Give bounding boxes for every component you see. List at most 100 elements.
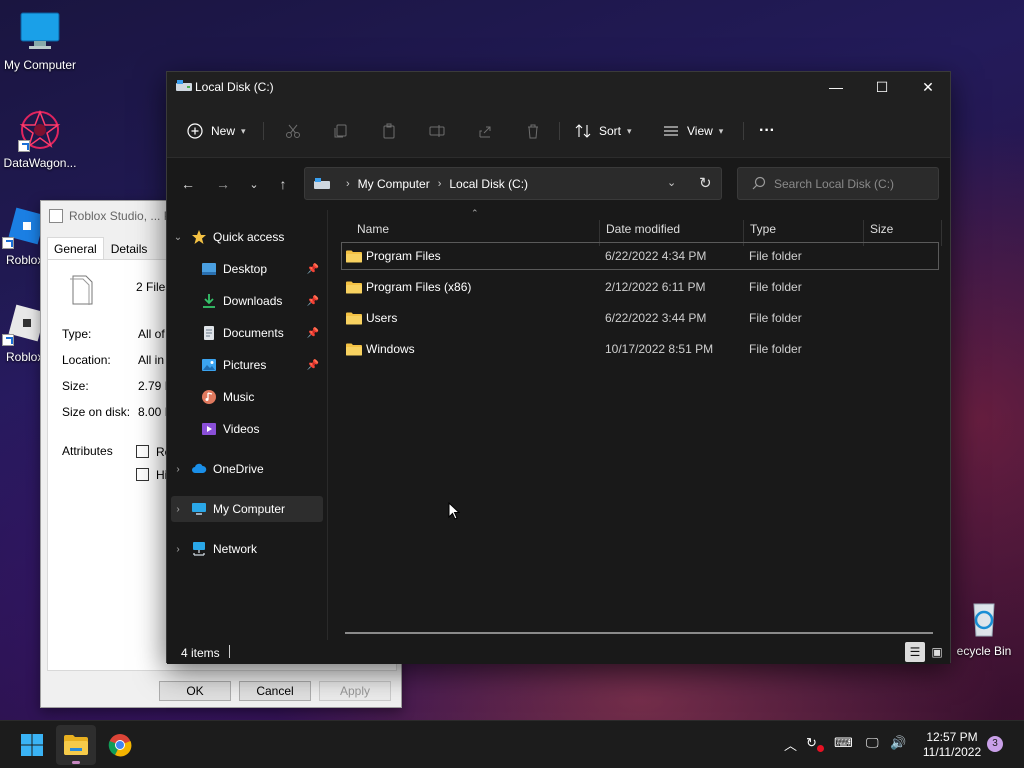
sync-icon[interactable]: ↻	[806, 735, 817, 751]
column-divider[interactable]	[941, 220, 942, 246]
command-bar: New ▾ Sort ▾ View ▾ ···	[167, 102, 950, 158]
column-header-date-modified[interactable]: Date modified	[606, 216, 746, 242]
nav-pictures[interactable]: Pictures 📌	[171, 352, 323, 378]
breadcrumb-local-disk[interactable]: Local Disk (C:)	[449, 177, 528, 191]
dialog-tabs: General Details	[47, 237, 154, 259]
attributes-label: Attributes	[62, 444, 113, 458]
chevron-right-icon: ›	[176, 503, 180, 515]
new-button[interactable]: New ▾	[187, 116, 246, 146]
datawagon-logo-icon	[18, 108, 62, 152]
desktop-folder-icon	[201, 261, 217, 277]
pin-icon[interactable]: 📌	[307, 296, 319, 307]
tab-details[interactable]: Details	[104, 237, 155, 259]
close-button[interactable]: ✕	[905, 72, 951, 102]
back-arrow-icon[interactable]: ←	[176, 172, 200, 196]
nav-videos[interactable]: Videos	[171, 416, 323, 442]
desktop-icon-my-computer[interactable]: My Computer	[0, 10, 80, 72]
chrome-logo-icon	[108, 734, 132, 757]
paste-button[interactable]	[381, 116, 397, 146]
sort-label: Sort	[599, 124, 622, 138]
desktop-icon-recycle-bin[interactable]: ecycle Bin	[944, 596, 1024, 658]
column-header-type[interactable]: Type	[750, 216, 860, 242]
ok-button[interactable]: OK	[159, 681, 231, 701]
show-hidden-icons-chevron-icon[interactable]: ︿	[784, 735, 797, 754]
desktop-icon-label: ecycle Bin	[956, 644, 1012, 658]
sort-button[interactable]: Sort ▾	[575, 116, 632, 146]
share-button[interactable]	[477, 116, 493, 146]
more-options-button[interactable]: ···	[759, 116, 775, 146]
scissors-icon	[286, 124, 300, 138]
chevron-down-icon: ▾	[718, 125, 724, 136]
trash-icon	[528, 124, 538, 139]
network-status-icon[interactable]: 🖵	[866, 735, 879, 751]
nav-quick-access[interactable]: ⌄ Quick access	[171, 224, 323, 250]
nav-my-computer[interactable]: › My Computer	[171, 496, 323, 522]
file-name: Windows	[366, 342, 415, 356]
tiles-view-icon[interactable]: ▣	[927, 642, 947, 662]
read-only-checkbox[interactable]	[136, 445, 149, 458]
breadcrumb-my-computer[interactable]: My Computer	[358, 177, 430, 191]
address-history-chevron-icon[interactable]: ⌄	[667, 176, 676, 189]
taskbar-file-explorer[interactable]	[56, 725, 96, 765]
pin-icon[interactable]: 📌	[307, 328, 319, 339]
forward-arrow-icon[interactable]: →	[211, 172, 235, 196]
file-row[interactable]: Windows 10/17/2022 8:51 PM File folder	[341, 335, 939, 363]
view-button[interactable]: View ▾	[663, 116, 723, 146]
clock[interactable]: 12:57 PM 11/11/2022	[906, 730, 998, 760]
nav-documents[interactable]: Documents 📌	[171, 320, 323, 346]
file-row[interactable]: Program Files (x86) 2/12/2022 6:11 PM Fi…	[341, 273, 939, 301]
file-row[interactable]: Users 6/22/2022 3:44 PM File folder	[341, 304, 939, 332]
pane-splitter[interactable]	[327, 210, 328, 640]
nav-onedrive[interactable]: › OneDrive	[171, 456, 323, 482]
desktop-icon-datawagon[interactable]: DataWagon...	[0, 108, 80, 170]
apply-button[interactable]: Apply	[319, 681, 391, 701]
view-label: View	[687, 124, 713, 138]
up-arrow-icon[interactable]: ↑	[271, 172, 295, 196]
pin-icon[interactable]: 📌	[307, 264, 319, 275]
document-icon	[201, 325, 217, 341]
nav-label: Quick access	[213, 230, 285, 244]
pin-icon[interactable]: 📌	[307, 360, 319, 371]
title-bar[interactable]: Local Disk (C:) — ☐ ✕	[167, 72, 950, 102]
refresh-icon[interactable]: ↻	[699, 174, 712, 192]
recent-locations-chevron-icon[interactable]: ⌄	[242, 172, 266, 196]
minimize-button[interactable]: —	[813, 72, 859, 102]
details-view-icon[interactable]: ☰	[905, 642, 925, 662]
column-header-size[interactable]: Size	[870, 216, 930, 242]
cut-button[interactable]	[285, 116, 301, 146]
navigation-pane: ⌄ Quick access Desktop 📌 Downloads 📌 Doc…	[167, 210, 327, 640]
active-app-indicator	[72, 761, 80, 764]
music-icon	[201, 389, 217, 405]
folder-icon	[346, 250, 362, 263]
search-input[interactable]	[774, 175, 930, 193]
cancel-button[interactable]: Cancel	[239, 681, 311, 701]
clock-time: 12:57 PM	[926, 730, 978, 744]
list-view-icon	[664, 126, 678, 136]
tab-general[interactable]: General	[47, 237, 104, 259]
volume-icon[interactable]: 🔊	[890, 735, 906, 751]
shortcut-arrow-icon	[18, 140, 30, 152]
folder-icon	[346, 281, 362, 294]
horizontal-scrollbar[interactable]	[345, 632, 933, 634]
maximize-button[interactable]: ☐	[859, 72, 905, 102]
keyboard-icon[interactable]: ⌨	[834, 735, 853, 751]
notification-badge[interactable]: 3	[987, 736, 1003, 752]
dialog-app-icon	[49, 209, 63, 223]
copy-button[interactable]	[333, 116, 349, 146]
nav-network[interactable]: › Network	[171, 536, 323, 562]
delete-button[interactable]	[525, 116, 541, 146]
file-date: 2/12/2022 6:11 PM	[605, 280, 706, 294]
nav-music[interactable]: Music	[171, 384, 323, 410]
address-bar[interactable]: › My Computer › Local Disk (C:) ⌄ ↻	[304, 167, 722, 200]
taskbar-chrome[interactable]	[100, 725, 140, 765]
breadcrumb-separator-icon: ›	[437, 177, 442, 190]
start-button[interactable]	[12, 725, 52, 765]
nav-downloads[interactable]: Downloads 📌	[171, 288, 323, 314]
column-header-name[interactable]: Name	[357, 216, 597, 242]
nav-label: Music	[223, 390, 255, 404]
file-row[interactable]: Program Files 6/22/2022 4:34 PM File fol…	[341, 242, 939, 270]
rename-button[interactable]	[429, 116, 445, 146]
hidden-checkbox[interactable]	[136, 468, 149, 481]
nav-desktop[interactable]: Desktop 📌	[171, 256, 323, 282]
file-date: 6/22/2022 3:44 PM	[605, 311, 707, 325]
